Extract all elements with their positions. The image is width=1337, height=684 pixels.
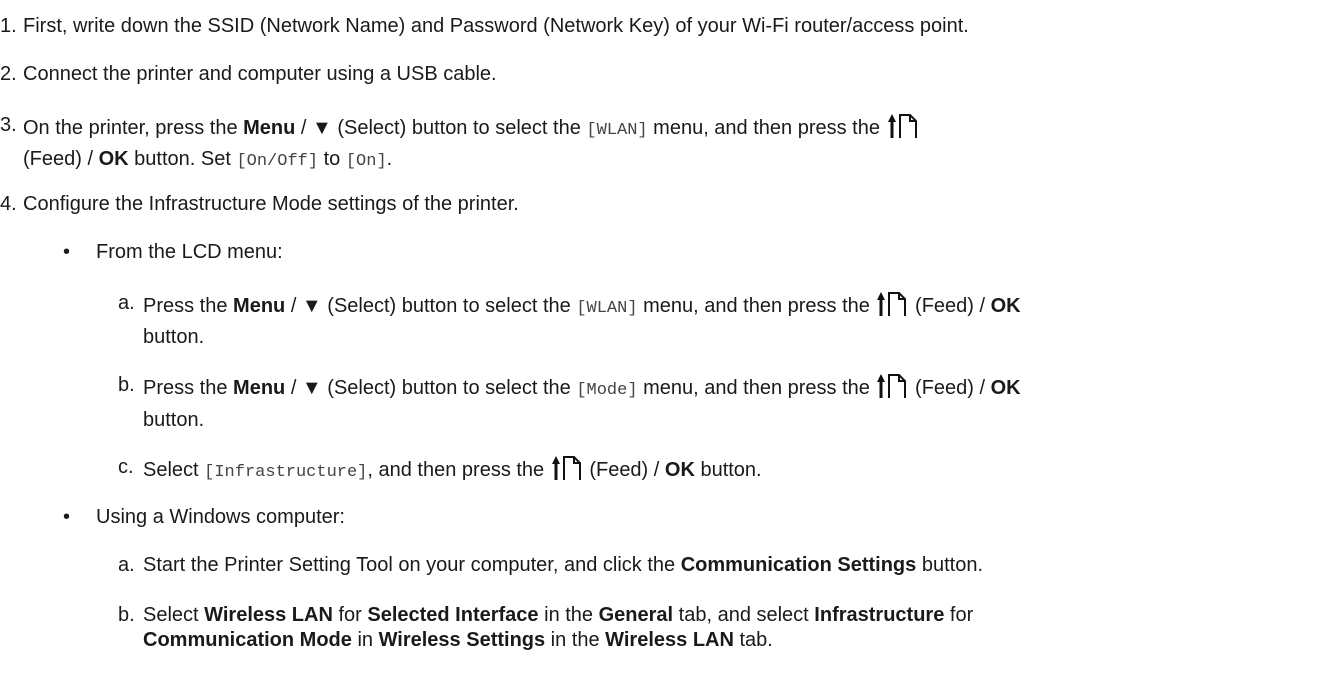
step-number: 3. <box>0 114 17 136</box>
substep-lcd-c: Select [Infrastructure], and then press … <box>143 455 762 485</box>
step-2-text: Connect the printer and computer using a… <box>23 63 497 85</box>
step-number: 1. <box>0 15 17 37</box>
substep-windows-b-line-2: Communication Mode in Wireless Settings … <box>143 629 773 651</box>
bullet-windows: Using a Windows computer: <box>96 506 345 528</box>
substep-windows-b-line-1: Select Wireless LAN for Selected Interfa… <box>143 604 974 626</box>
substep-letter: a. <box>118 554 135 576</box>
substep-lcd-a-cont: button. <box>143 326 205 348</box>
step-number: 4. <box>0 193 17 215</box>
substep-letter: c. <box>118 456 134 478</box>
feed-arrow-paper-icon <box>888 113 918 139</box>
substep-lcd-b: Press the Menu / ▼ (Select) button to se… <box>143 373 1021 403</box>
substep-letter: b. <box>118 604 135 626</box>
bullet-mark: • <box>63 241 71 263</box>
feed-arrow-paper-icon <box>877 291 907 317</box>
step-3-line-1: On the printer, press the Menu / ▼ (Sele… <box>23 113 920 143</box>
substep-letter: a. <box>118 292 135 314</box>
substep-letter: b. <box>118 374 135 396</box>
feed-arrow-paper-icon <box>552 455 582 481</box>
bullet-lcd-menu: From the LCD menu: <box>96 241 283 263</box>
step-1-text: First, write down the SSID (Network Name… <box>23 15 969 37</box>
step-3-line-2: (Feed) / OK button. Set [On/Off] to [On]… <box>23 148 393 171</box>
bullet-mark: • <box>63 506 71 528</box>
feed-arrow-paper-icon <box>877 373 907 399</box>
step-number: 2. <box>0 63 17 85</box>
step-4-text: Configure the Infrastructure Mode settin… <box>23 193 519 215</box>
substep-windows-a: Start the Printer Setting Tool on your c… <box>143 554 983 576</box>
substep-lcd-a: Press the Menu / ▼ (Select) button to se… <box>143 291 1021 321</box>
substep-lcd-b-cont: button. <box>143 409 205 431</box>
